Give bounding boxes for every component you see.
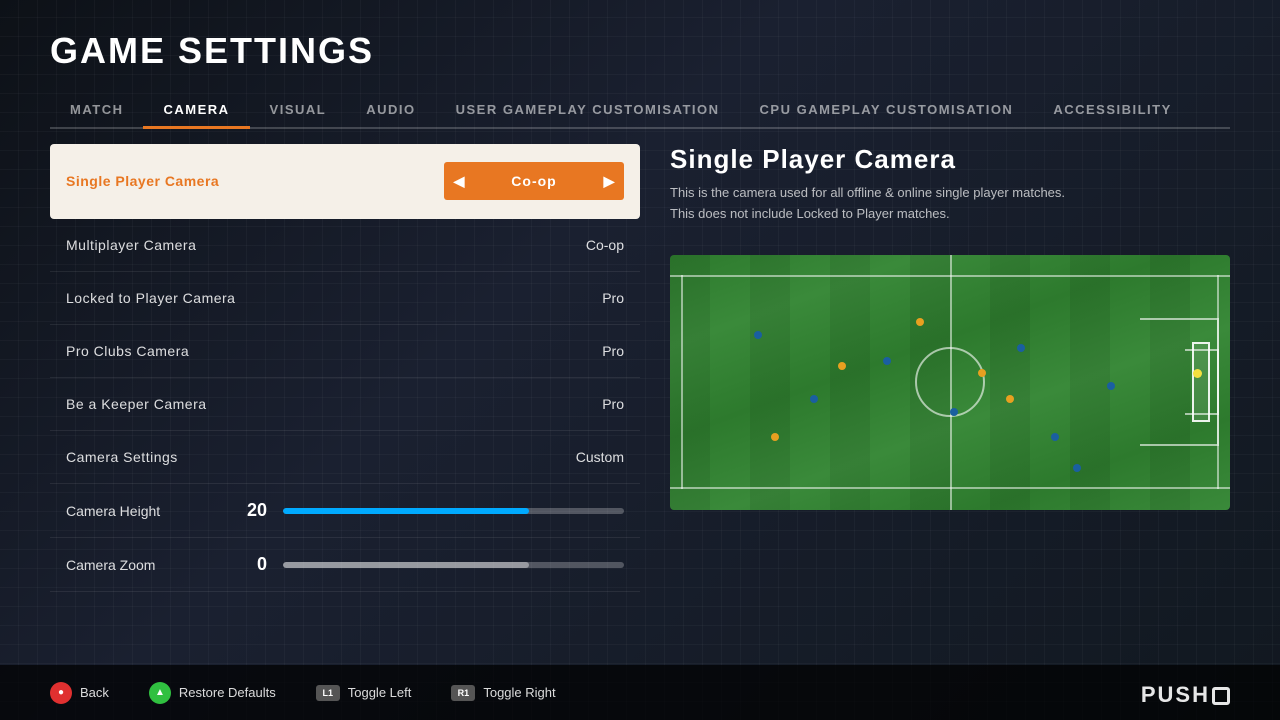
action-toggle-right: R1 Toggle Right [451,685,555,701]
setting-value-text-camera-settings: Custom [576,449,624,465]
player-orange-4 [1006,395,1014,403]
push-logo: PUSH [1141,682,1230,708]
setting-value-locked-player: Pro [602,290,624,306]
slider-row-camera-height[interactable]: Camera Height 20 [50,484,640,538]
tab-accessibility[interactable]: ACCESSIBILITY [1033,92,1191,127]
setting-value-pro-clubs: Pro [602,343,624,359]
slider-track-zoom[interactable] [283,562,624,568]
setting-value-text-keeper: Pro [602,396,624,412]
slider-number-zoom: 0 [232,554,267,575]
slider-track-height[interactable] [283,508,624,514]
player-blue-2 [810,395,818,403]
setting-row-locked-player-camera[interactable]: Locked to Player Camera Pro [50,272,640,325]
tab-match[interactable]: MATCH [50,92,143,127]
setting-row-keeper-camera[interactable]: Be a Keeper Camera Pro [50,378,640,431]
setting-row-single-player-camera[interactable]: Single Player Camera ◀ Co-op ▶ [50,144,640,219]
player-blue-4 [950,408,958,416]
action-restore: ▲ Restore Defaults [149,682,276,704]
player-orange-1 [838,362,846,370]
slider-fill-height [283,508,529,514]
setting-value-text-locked-player: Pro [602,290,624,306]
setting-value-keeper: Pro [602,396,624,412]
back-button-icon[interactable]: ● [50,682,72,704]
info-panel: Single Player Camera This is the camera … [670,144,1230,592]
setting-info-text: Single Player Camera This is the camera … [670,144,1230,225]
player-blue-7 [1107,382,1115,390]
preview-image [670,255,1230,510]
pitch-background [670,255,1230,510]
pitch-left-line [681,275,683,489]
slider-track-bg-height [283,508,624,514]
setting-label-keeper: Be a Keeper Camera [66,396,207,412]
setting-label-single-player: Single Player Camera [66,173,219,189]
info-description: This is the camera used for all offline … [670,183,1230,225]
value-selector-single-player: ◀ Co-op ▶ [444,162,624,200]
back-label: Back [80,685,109,700]
player-blue-5 [1017,344,1025,352]
slider-track-bg-zoom [283,562,624,568]
toggle-right-label: Toggle Right [483,685,555,700]
player-blue-8 [1073,464,1081,472]
restore-label: Restore Defaults [179,685,276,700]
tab-audio[interactable]: AUDIO [346,92,435,127]
toggle-right-button-icon[interactable]: R1 [451,685,475,701]
bottom-bar: ● Back ▲ Restore Defaults L1 Toggle Left… [0,665,1280,720]
page-title: GAME SETTINGS [50,30,1230,72]
action-back: ● Back [50,682,109,704]
toggle-left-label: Toggle Left [348,685,412,700]
setting-row-camera-settings[interactable]: Camera Settings Custom [50,431,640,484]
tab-visual[interactable]: VISUAL [250,92,347,127]
pitch-bottom-line [670,487,1230,489]
slider-label-height: Camera Height [66,503,216,519]
toggle-left-button-icon[interactable]: L1 [316,685,340,701]
slider-fill-zoom [283,562,529,568]
tab-bar: MATCH CAMERA VISUAL AUDIO USER GAMEPLAY … [50,92,1230,129]
push-square-icon [1212,687,1230,705]
setting-label-multiplayer: Multiplayer Camera [66,237,196,253]
player-orange-5 [771,433,779,441]
setting-value-text-pro-clubs: Pro [602,343,624,359]
player-blue-3 [883,357,891,365]
setting-row-pro-clubs-camera[interactable]: Pro Clubs Camera Pro [50,325,640,378]
setting-row-multiplayer-camera[interactable]: Multiplayer Camera Co-op [50,219,640,272]
slider-label-zoom: Camera Zoom [66,557,216,573]
goal-right [1192,342,1210,422]
content-area: GAME SETTINGS MATCH CAMERA VISUAL AUDIO … [0,0,1280,612]
pitch-top-line [670,275,1230,277]
action-toggle-left: L1 Toggle Left [316,685,412,701]
player-blue-6 [1051,433,1059,441]
pitch-center-circle [915,347,985,417]
tab-user-gameplay[interactable]: USER GAMEPLAY CUSTOMISATION [436,92,740,127]
slider-row-camera-zoom[interactable]: Camera Zoom 0 [50,538,640,592]
tab-camera[interactable]: CAMERA [143,92,249,127]
slider-number-height: 20 [232,500,267,521]
arrow-left-single-player[interactable]: ◀ [444,162,474,200]
info-title: Single Player Camera [670,144,1230,175]
restore-button-icon[interactable]: ▲ [149,682,171,704]
arrow-right-single-player[interactable]: ▶ [594,162,624,200]
setting-label-camera-settings: Camera Settings [66,449,178,465]
selected-value-single-player: Co-op [474,162,594,200]
settings-panel: Single Player Camera ◀ Co-op ▶ Multiplay… [50,144,640,592]
setting-label-pro-clubs: Pro Clubs Camera [66,343,189,359]
tab-cpu-gameplay[interactable]: CPU GAMEPLAY CUSTOMISATION [740,92,1034,127]
setting-value-camera-settings: Custom [576,449,624,465]
setting-label-locked-player: Locked to Player Camera [66,290,235,306]
main-layout: Single Player Camera ◀ Co-op ▶ Multiplay… [50,144,1230,592]
setting-value-text-multiplayer: Co-op [586,237,624,253]
setting-value-multiplayer: Co-op [586,237,624,253]
